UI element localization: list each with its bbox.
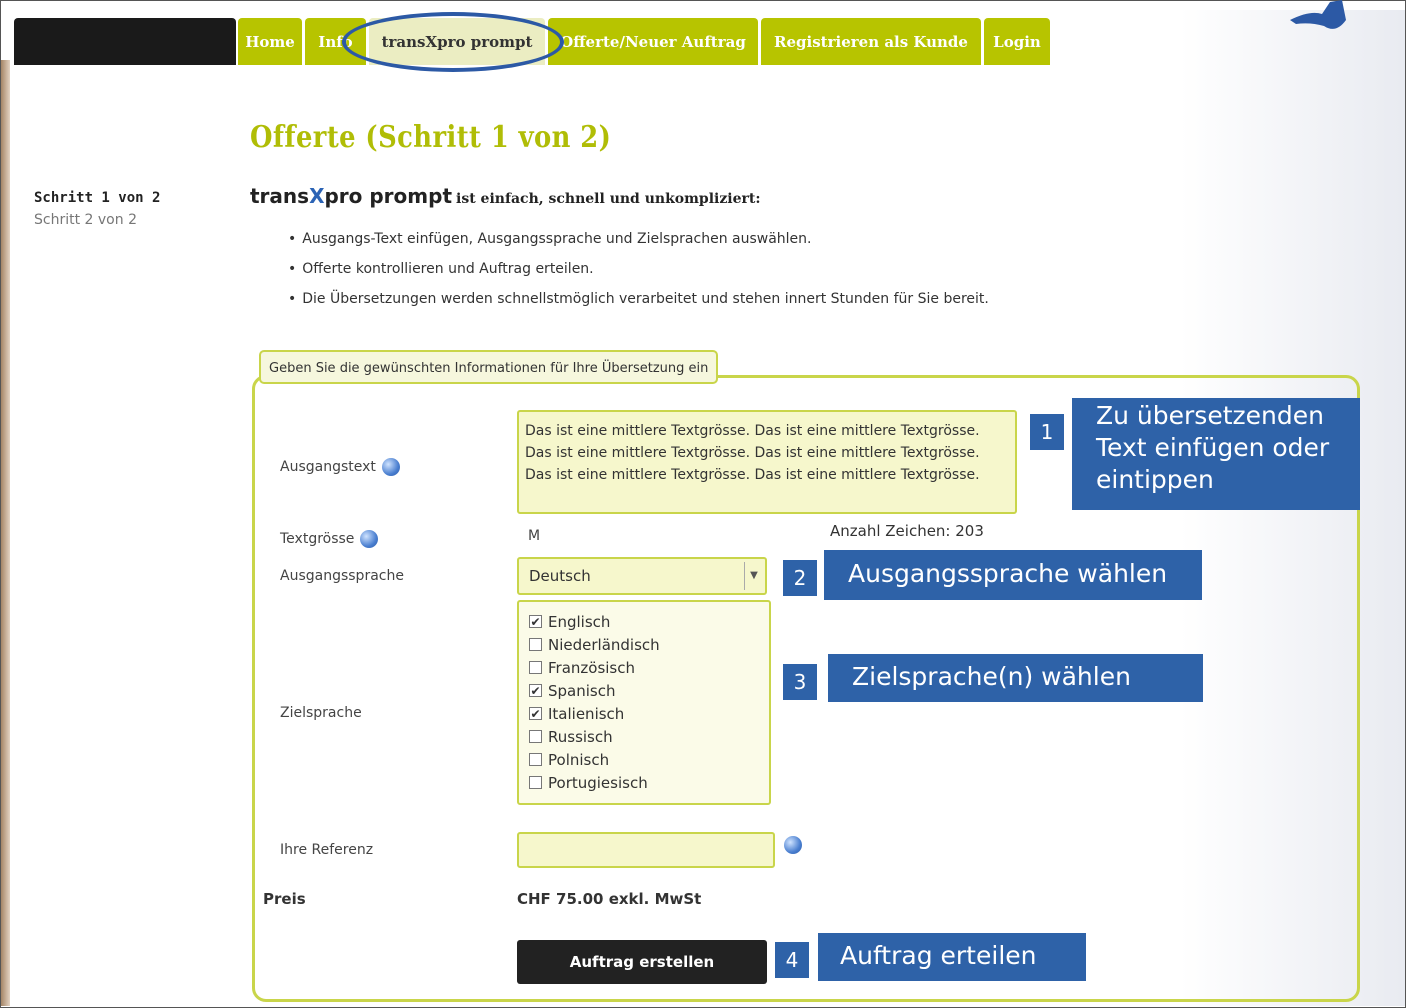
source-text-input[interactable]: Das ist eine mittlere Textgrösse. Das is… — [517, 410, 1017, 514]
price-label: Preis — [263, 890, 306, 908]
logo-area — [14, 18, 236, 65]
lang-option-russisch[interactable]: Russisch — [519, 725, 769, 748]
brand-name: transXpro prompt — [250, 184, 453, 208]
tab-login[interactable]: Login — [984, 18, 1050, 65]
page-title: Offerte (Schritt 1 von 2) — [250, 120, 612, 155]
feature-list: Ausgangs-Text einfügen, Ausgangssprache … — [288, 228, 989, 318]
text-size-value: M — [528, 528, 541, 544]
checkbox[interactable] — [529, 753, 542, 766]
tab-home[interactable]: Home — [238, 18, 302, 65]
checkbox[interactable]: ✔ — [529, 684, 542, 697]
annotation-callout: Zielsprache(n) wählen — [828, 654, 1203, 702]
lang-option-italienisch[interactable]: ✔ Italienisch — [519, 702, 769, 725]
step-current: Schritt 1 von 2 — [34, 190, 161, 206]
source-lang-value: Deutsch — [529, 567, 591, 585]
tab-offerte[interactable]: Offerte/Neuer Auftrag — [548, 18, 758, 65]
step-next: Schritt 2 von 2 — [34, 212, 137, 228]
help-icon[interactable] — [360, 530, 379, 548]
left-background-edge — [1, 60, 10, 1006]
target-lang-label: Zielsprache — [280, 705, 362, 721]
list-item: Ausgangs-Text einfügen, Ausgangssprache … — [288, 228, 989, 258]
annotation-number: 4 — [775, 942, 809, 978]
annotation-number: 1 — [1030, 414, 1064, 450]
source-text-label: Ausgangstext — [280, 458, 400, 476]
annotation-callout: Auftrag erteilen — [818, 933, 1086, 981]
checkbox[interactable] — [529, 661, 542, 674]
checkbox[interactable]: ✔ — [529, 707, 542, 720]
form-legend: Geben Sie die gewünschten Informationen … — [259, 350, 719, 384]
annotation-callout: Zu übersetzenden Text einfügen oder eint… — [1072, 398, 1360, 510]
checkbox[interactable] — [529, 638, 542, 651]
corner-decoration — [1290, 0, 1346, 29]
lang-option-portugiesisch[interactable]: Portugiesisch — [519, 771, 769, 794]
main-nav: Home Info transXpro prompt Offerte/Neuer… — [238, 18, 1053, 65]
lang-option-niederlaendisch[interactable]: Niederländisch — [519, 633, 769, 656]
help-icon[interactable] — [381, 458, 400, 476]
annotation-number: 2 — [783, 560, 817, 596]
step-sidebar: Schritt 1 von 2 Schritt 2 von 2 — [34, 190, 160, 228]
checkbox[interactable]: ✔ — [529, 615, 542, 628]
reference-input[interactable] — [517, 832, 775, 868]
tagline: ist einfach, schnell und unkompliziert: — [456, 191, 761, 207]
tab-transxpro-prompt[interactable]: transXpro prompt — [369, 18, 545, 65]
lang-option-spanisch[interactable]: ✔ Spanisch — [519, 679, 769, 702]
tab-info[interactable]: Info — [305, 18, 366, 65]
lang-option-polnisch[interactable]: Polnisch — [519, 748, 769, 771]
tab-registrieren[interactable]: Registrieren als Kunde — [761, 18, 981, 65]
source-lang-select[interactable]: Deutsch ▼ — [517, 557, 767, 595]
annotation-callout: Ausgangssprache wählen — [824, 550, 1202, 600]
list-item: Die Übersetzungen werden schnellstmöglic… — [288, 288, 989, 318]
checkbox[interactable] — [529, 776, 542, 789]
chevron-down-icon[interactable]: ▼ — [744, 562, 763, 590]
help-icon[interactable] — [784, 836, 802, 854]
target-lang-list: ✔ Englisch Niederländisch Französisch ✔ Sp… — [517, 600, 771, 805]
intro-line: transXpro prompt ist einfach, schnell und… — [250, 184, 761, 208]
annotation-number: 3 — [783, 664, 817, 700]
source-lang-label: Ausgangssprache — [280, 568, 404, 584]
lang-option-englisch[interactable]: ✔ Englisch — [519, 610, 769, 633]
price-value: CHF 75.00 exkl. MwSt — [517, 890, 702, 908]
char-count: Anzahl Zeichen: 203 — [830, 522, 984, 540]
text-size-label: Textgrösse — [280, 530, 379, 548]
list-item: Offerte kontrollieren und Auftrag erteil… — [288, 258, 989, 288]
lang-option-franzoesisch[interactable]: Französisch — [519, 656, 769, 679]
create-order-button[interactable]: Auftrag erstellen — [517, 940, 767, 984]
checkbox[interactable] — [529, 730, 542, 743]
reference-label: Ihre Referenz — [280, 842, 374, 858]
